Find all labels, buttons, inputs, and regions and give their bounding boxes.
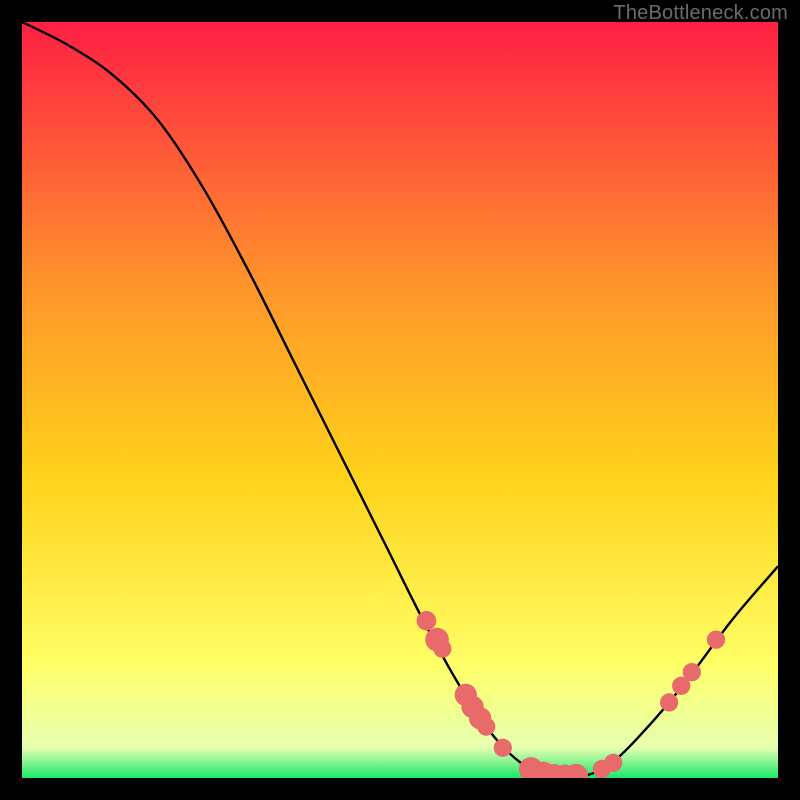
- data-marker: [477, 717, 495, 735]
- data-marker: [494, 739, 512, 757]
- gradient-background: [22, 22, 778, 778]
- data-marker: [660, 693, 678, 711]
- data-marker: [433, 640, 451, 658]
- data-marker: [683, 663, 701, 681]
- data-marker: [417, 611, 437, 631]
- watermark-text: TheBottleneck.com: [613, 2, 788, 25]
- data-marker: [707, 631, 725, 649]
- data-marker: [604, 754, 622, 772]
- bottleneck-chart: [22, 22, 778, 778]
- chart-frame: TheBottleneck.com: [0, 0, 800, 800]
